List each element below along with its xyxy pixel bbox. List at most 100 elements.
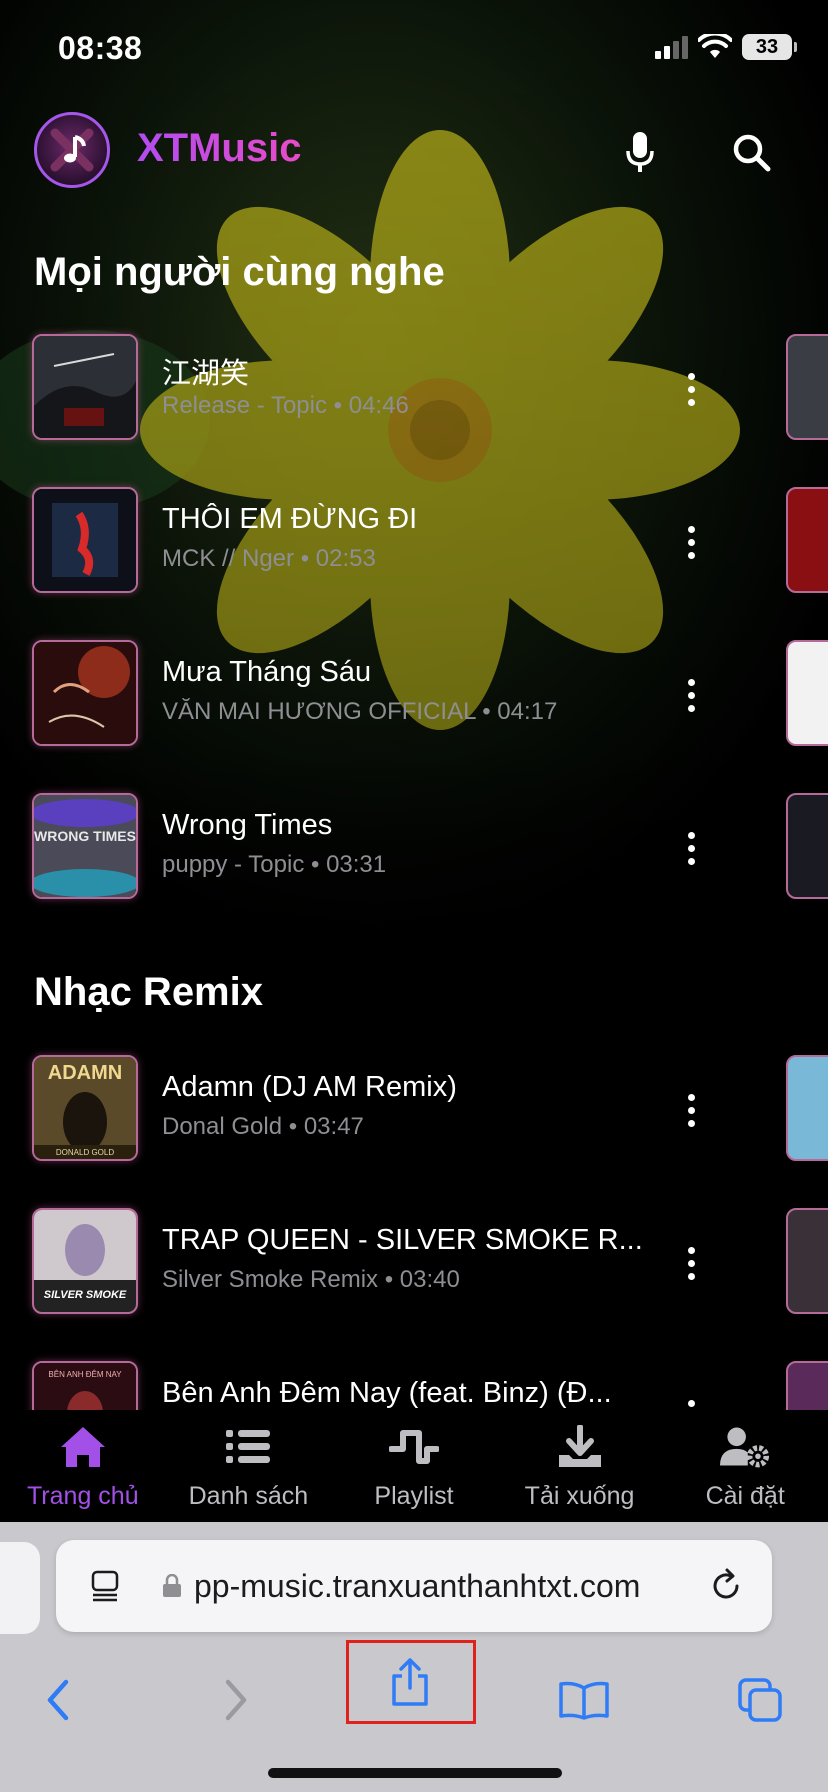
more-options-button[interactable] [676, 823, 706, 873]
carousel-peek-thumbnail[interactable] [786, 487, 828, 593]
thumb-text: SILVER SMOKE [44, 1289, 127, 1301]
tabs-icon [738, 1678, 782, 1722]
reload-icon[interactable] [708, 1568, 744, 1604]
app-title: XTMusic [137, 126, 302, 170]
address-bar[interactable]: pp-music.tranxuanthanhtxt.com [56, 1540, 772, 1632]
download-icon [555, 1422, 605, 1472]
home-indicator [268, 1768, 562, 1778]
song-artist: VĂN MAI HƯƠNG OFFICIAL [162, 698, 476, 725]
song-artist: Silver Smoke Remix [162, 1266, 379, 1293]
status-icons: 33 [655, 34, 797, 60]
more-options-button[interactable] [676, 670, 706, 720]
tab-home[interactable]: Trang chủ [0, 1410, 166, 1522]
song-title: Wrong Times [162, 809, 333, 841]
tab-label: Cài đặt [705, 1482, 785, 1510]
song-title: 江湖笑 [162, 358, 250, 390]
browser-toolbar: pp-music.tranxuanthanhtxt.com [0, 1522, 828, 1792]
song-row[interactable]: Mưa Tháng Sáu VĂN MAI HƯƠNG OFFICIAL • 0… [0, 640, 828, 750]
song-artist: Release - Topic [162, 392, 327, 419]
song-meta: puppy - Topic • 03:31 [162, 851, 387, 878]
search-icon [733, 134, 771, 172]
song-thumbnail: WRONG TIMES [32, 793, 138, 899]
page-menu-icon[interactable] [90, 1570, 120, 1602]
more-options-button[interactable] [676, 1391, 706, 1410]
url-text: pp-music.tranxuanthanhtxt.com [194, 1568, 641, 1604]
previous-tab-preview[interactable] [0, 1542, 40, 1634]
home-content[interactable]: Mọi người cùng nghe 江湖笑 Release - Topic … [0, 240, 828, 1410]
share-button[interactable] [370, 1642, 450, 1722]
app-header: XTMusic [0, 108, 828, 196]
home-icon [58, 1422, 108, 1472]
song-meta: Release - Topic • 04:46 [162, 392, 409, 419]
thumb-text: BÊN ANH ĐÊM NAY [48, 1370, 122, 1379]
song-meta: VĂN MAI HƯƠNG OFFICIAL • 04:17 [162, 698, 558, 725]
song-row[interactable]: 江湖笑 Release - Topic • 04:46 [0, 334, 828, 444]
chevron-right-icon [225, 1679, 247, 1721]
song-thumbnail: ADAMN DONALD GOLD [32, 1055, 138, 1161]
list-icon [223, 1422, 273, 1472]
carousel-peek-thumbnail[interactable] [786, 640, 828, 746]
thumb-text: DONALD GOLD [56, 1148, 114, 1157]
bookmarks-button[interactable] [544, 1660, 624, 1740]
tabs-button[interactable] [720, 1660, 800, 1740]
carousel-peek-thumbnail[interactable] [786, 1208, 828, 1314]
section-title-remix: Nhạc Remix [34, 970, 263, 1014]
microphone-icon [626, 132, 654, 172]
carousel-peek-thumbnail[interactable] [786, 1361, 828, 1410]
song-duration: 03:31 [326, 851, 387, 878]
carousel-peek-thumbnail[interactable] [786, 334, 828, 440]
search-button[interactable] [723, 124, 779, 180]
tab-label: Playlist [374, 1482, 454, 1510]
song-title: THÔI EM ĐỪNG ĐI [162, 503, 418, 535]
tab-settings[interactable]: Cài đặt [662, 1410, 828, 1522]
wifi-icon [698, 34, 732, 58]
chevron-left-icon [47, 1679, 69, 1721]
song-thumbnail: SILVER SMOKE [32, 1208, 138, 1314]
thumb-text: WRONG TIMES [34, 828, 136, 844]
song-title: TRAP QUEEN - SILVER SMOKE R... [162, 1224, 642, 1256]
song-artist: Donal Gold [162, 1113, 283, 1140]
thumb-text: ADAMN [48, 1062, 122, 1084]
tab-download[interactable]: Tải xuống [497, 1410, 663, 1522]
song-row[interactable]: ADAMN DONALD GOLD Adamn (DJ AM Remix) Don… [0, 1055, 828, 1165]
app-logo[interactable] [34, 112, 110, 188]
song-duration: 04:17 [497, 698, 558, 725]
music-note-logo-icon [50, 128, 94, 172]
tab-list[interactable]: Danh sách [166, 1410, 332, 1522]
cellular-signal-icon [655, 35, 688, 59]
book-icon [559, 1681, 609, 1720]
song-meta: Silver Smoke Remix • 03:40 [162, 1266, 460, 1293]
song-thumbnail [32, 334, 138, 440]
back-button[interactable] [18, 1660, 98, 1740]
more-options-button[interactable] [676, 517, 706, 567]
song-row[interactable]: THÔI EM ĐỪNG ĐI MCK // Nger • 02:53 [0, 487, 828, 597]
carousel-peek-thumbnail[interactable] [786, 1055, 828, 1161]
song-title: Bên Anh Đêm Nay (feat. Binz) (Đ... [162, 1377, 612, 1409]
song-row[interactable]: SILVER SMOKE TRAP QUEEN - SILVER SMOKE R… [0, 1208, 828, 1318]
song-row[interactable]: WRONG TIMES Wrong Times puppy - Topic • … [0, 793, 828, 903]
status-bar: 08:38 33 [0, 0, 828, 96]
song-artist: puppy - Topic [162, 851, 305, 878]
song-meta: MCK // Nger • 02:53 [162, 545, 376, 572]
more-options-button[interactable] [676, 1085, 706, 1135]
more-options-button[interactable] [676, 364, 706, 414]
waveform-icon [388, 1422, 439, 1472]
song-thumbnail: BÊN ANH ĐÊM NAY [32, 1361, 138, 1410]
section-title-popular: Mọi người cùng nghe [34, 250, 445, 294]
song-duration: 04:46 [348, 392, 409, 419]
song-title: Adamn (DJ AM Remix) [162, 1071, 457, 1103]
carousel-peek-thumbnail[interactable] [786, 793, 828, 899]
song-meta: Donal Gold • 03:47 [162, 1113, 364, 1140]
song-duration: 03:40 [399, 1266, 460, 1293]
bottom-tab-bar: Trang chủ Danh sách Playlist Tải xuống C… [0, 1410, 828, 1522]
voice-search-button[interactable] [612, 124, 668, 180]
share-icon [392, 1658, 428, 1706]
forward-button[interactable] [196, 1660, 276, 1740]
song-duration: 02:53 [315, 545, 376, 572]
song-row[interactable]: BÊN ANH ĐÊM NAY Bên Anh Đêm Nay (feat. B… [0, 1361, 828, 1410]
tab-playlist[interactable]: Playlist [331, 1410, 497, 1522]
user-gear-icon [720, 1422, 770, 1472]
tab-label: Danh sách [188, 1482, 309, 1510]
more-options-button[interactable] [676, 1238, 706, 1288]
song-title: Mưa Tháng Sáu [162, 656, 372, 688]
